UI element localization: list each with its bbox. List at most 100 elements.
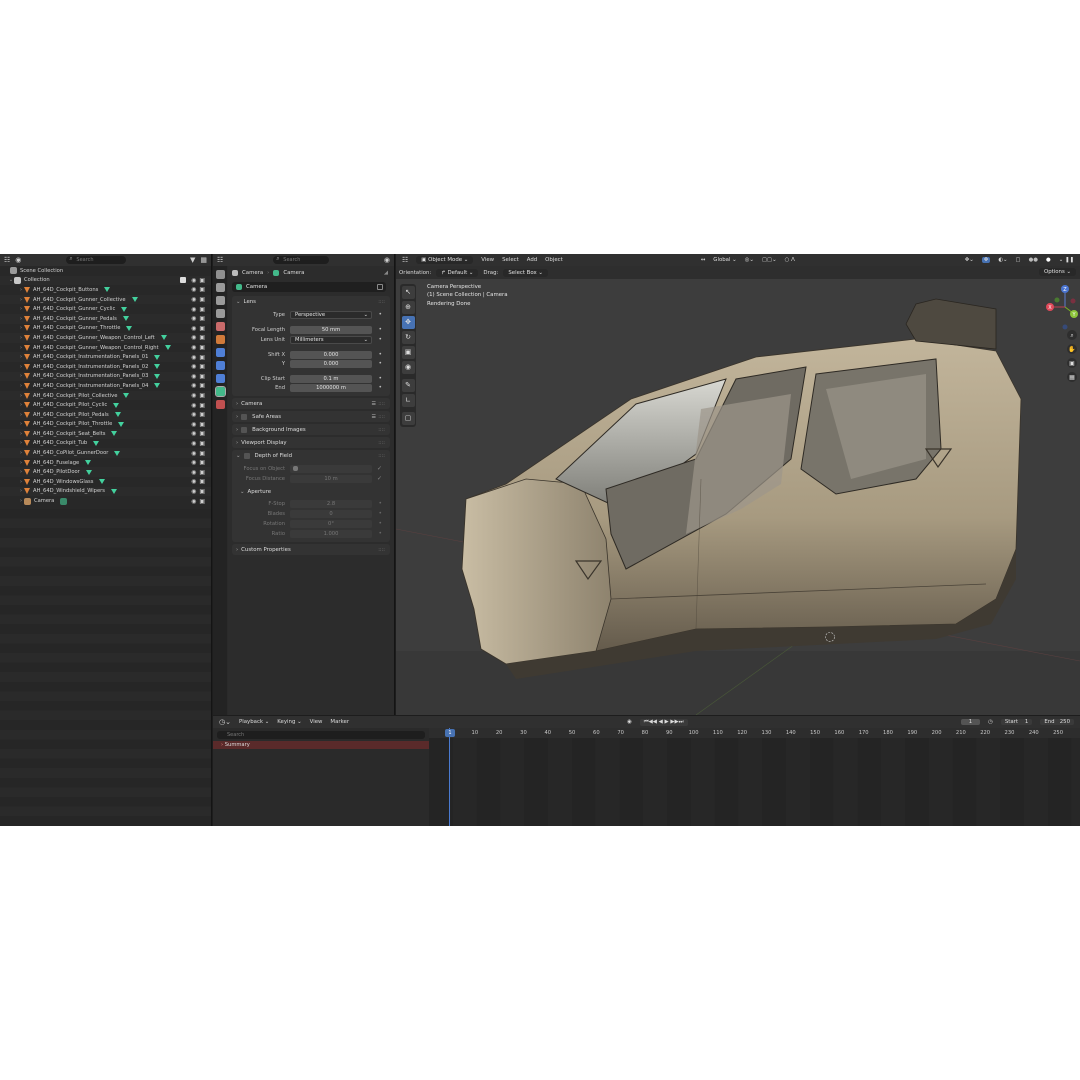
- shift-x-field[interactable]: 0.000: [290, 350, 372, 359]
- visibility-eye-icon[interactable]: ◉: [191, 306, 196, 313]
- rotation-field[interactable]: 0°: [290, 519, 372, 528]
- outliner-object-row[interactable]: › AH_64D_Cockpit_Gunner_Weapon_Control_Le…: [0, 333, 211, 343]
- outliner-object-row[interactable]: › AH_64D_CoPilot_GunnerDoor ◉ ▣: [0, 448, 211, 458]
- pivot-icon[interactable]: ◎⌄: [745, 257, 754, 263]
- mesh-data-icon[interactable]: [122, 316, 129, 322]
- keyframe-area[interactable]: [429, 738, 1080, 826]
- visibility-eye-icon[interactable]: ◉: [191, 498, 196, 505]
- mesh-data-icon[interactable]: [85, 469, 92, 475]
- visibility-eye-icon[interactable]: ◉: [191, 325, 196, 332]
- output-tab-icon[interactable]: [215, 296, 225, 305]
- mesh-data-icon[interactable]: [114, 450, 121, 456]
- render-camera-icon[interactable]: ▣: [199, 498, 205, 505]
- overlays-icon[interactable]: ◐⌄: [998, 257, 1007, 263]
- mesh-data-icon[interactable]: [154, 373, 161, 379]
- render-camera-icon[interactable]: ▣: [199, 334, 205, 341]
- visibility-eye-icon[interactable]: ◉: [191, 296, 196, 303]
- visibility-eye-icon[interactable]: ◉: [191, 354, 196, 361]
- filter-icon[interactable]: ▼: [190, 255, 195, 265]
- lens-type-select[interactable]: Perspective ⌄: [290, 310, 372, 319]
- orientation-select[interactable]: ↱ Default ⌄: [436, 268, 479, 277]
- mesh-data-icon[interactable]: [154, 383, 161, 389]
- properties-search-input[interactable]: Search: [273, 255, 330, 264]
- gizmo-icon[interactable]: ✥: [981, 257, 991, 263]
- fstop-field[interactable]: 2.8: [290, 499, 372, 508]
- focus-distance-field[interactable]: 10 m: [290, 474, 372, 483]
- visibility-eye-icon[interactable]: ◉: [191, 315, 196, 322]
- physics-tab-icon[interactable]: [215, 374, 225, 383]
- focal-length-field[interactable]: 50 mm: [290, 325, 372, 334]
- depth-of-field-header[interactable]: ⌄ Depth of Field::::: [232, 450, 390, 461]
- playhead-frame-label[interactable]: 1: [445, 729, 455, 737]
- shading-rendered-icon[interactable]: ●: [1046, 257, 1051, 263]
- visibility-eye-icon[interactable]: ◉: [191, 450, 196, 457]
- 3d-viewport[interactable]: ☷ ▣ Object Mode ⌄ View Select Add Object…: [396, 254, 1080, 715]
- outliner-object-row[interactable]: › AH_64D_Cockpit_Pilot_Pedals ◉ ▣: [0, 409, 211, 420]
- visibility-eye-icon[interactable]: ◉: [191, 430, 196, 437]
- visibility-eye-icon[interactable]: ◉: [191, 277, 196, 284]
- viewport-display-panel[interactable]: › Viewport Display::::: [232, 437, 390, 448]
- options-button[interactable]: Options ⌄: [1038, 268, 1076, 276]
- render-camera-icon[interactable]: ▣: [199, 354, 205, 361]
- drag-select[interactable]: Select Box ⌄: [503, 268, 548, 277]
- transform-tool-icon[interactable]: ◉: [401, 361, 415, 374]
- background-images-checkbox[interactable]: [241, 426, 248, 433]
- render-camera-icon[interactable]: ▣: [199, 430, 205, 437]
- tool-tab-icon[interactable]: [215, 270, 225, 279]
- aperture-subpanel-header[interactable]: ⌄ Aperture: [236, 486, 390, 497]
- safe-areas-panel[interactable]: › Safe Areas ☰::::: [232, 411, 390, 422]
- outliner-object-row[interactable]: › AH_64D_Cockpit_Gunner_Weapon_Control_Ri…: [0, 343, 211, 353]
- visibility-eye-icon[interactable]: ◉: [191, 373, 196, 380]
- outliner-object-row[interactable]: › AH_64D_Cockpit_Buttons ◉ ▣: [0, 285, 211, 295]
- scene-tab-icon[interactable]: [215, 322, 225, 331]
- outliner-object-row[interactable]: › AH_64D_Cockpit_Seat_Belts ◉ ▣: [0, 429, 211, 439]
- outliner-object-row[interactable]: › AH_64D_Fuselage ◉ ▣: [0, 458, 211, 468]
- auto-keying-icon[interactable]: ◉: [627, 719, 632, 725]
- render-camera-icon[interactable]: ▣: [199, 306, 205, 313]
- outliner-object-row[interactable]: › AH_64D_Cockpit_Pilot_Collective ◉ ▣: [0, 390, 211, 401]
- visibility-eye-icon[interactable]: ◉: [191, 334, 196, 341]
- editor-type-icon[interactable]: ☷: [402, 255, 408, 265]
- mesh-data-icon[interactable]: [118, 421, 125, 427]
- render-camera-icon[interactable]: ▣: [199, 325, 205, 332]
- render-camera-icon[interactable]: ▣: [199, 421, 205, 428]
- render-camera-icon[interactable]: ▣: [199, 402, 205, 409]
- focus-object-field[interactable]: [290, 464, 372, 473]
- editor-type-icon[interactable]: ☷: [217, 255, 223, 265]
- camera-data-icon[interactable]: [60, 497, 68, 505]
- render-camera-icon[interactable]: ▣: [199, 277, 205, 284]
- playhead[interactable]: [449, 728, 450, 826]
- outliner-search-input[interactable]: Search: [66, 255, 127, 264]
- visibility-eye-icon[interactable]: ◉: [191, 488, 196, 495]
- move-tool-icon[interactable]: ✥: [401, 316, 415, 329]
- scale-tool-icon[interactable]: ▣: [401, 346, 415, 359]
- render-camera-icon[interactable]: ▣: [199, 286, 205, 293]
- outliner-object-row[interactable]: › AH_64D_Cockpit_Instrumentation_Panels_0…: [0, 381, 211, 391]
- playback-controls[interactable]: ⏮◀◀ ◀ ▶ ▶▶⏭: [639, 718, 688, 726]
- outliner-object-row[interactable]: › AH_64D_Cockpit_Pilot_Throttle ◉ ▣: [0, 420, 211, 430]
- visibility-eye-icon[interactable]: ◉: [191, 411, 196, 418]
- cursor-tool-icon[interactable]: ⊕: [401, 301, 415, 314]
- mesh-data-icon[interactable]: [114, 412, 121, 418]
- camera-data-tab-icon[interactable]: [214, 386, 226, 397]
- menu-select[interactable]: Select: [502, 257, 519, 263]
- mesh-data-icon[interactable]: [99, 479, 106, 485]
- eyedropper-icon[interactable]: ✓: [377, 465, 382, 472]
- shading-solid-icon[interactable]: ●●: [1029, 257, 1038, 263]
- mesh-data-icon[interactable]: [93, 440, 100, 446]
- outliner-object-row[interactable]: › AH_64D_Cockpit_Gunner_Throttle ◉ ▣: [0, 324, 211, 334]
- outliner-object-row[interactable]: › AH_64D_Cockpit_Tub ◉ ▣: [0, 439, 211, 449]
- lens-unit-select[interactable]: Millimeters ⌄: [290, 335, 372, 344]
- fake-user-icon[interactable]: [377, 284, 383, 290]
- world-tab-icon[interactable]: [215, 335, 225, 344]
- visibility-eye-icon[interactable]: ◉: [191, 469, 196, 476]
- rotate-tool-icon[interactable]: ↻: [401, 331, 415, 344]
- mode-select[interactable]: ▣ Object Mode ⌄: [416, 256, 474, 264]
- mesh-data-icon[interactable]: [111, 431, 118, 437]
- render-camera-icon[interactable]: ▣: [199, 344, 205, 351]
- proportional-edit-icon[interactable]: ○ Λ: [785, 257, 795, 263]
- render-camera-icon[interactable]: ▣: [199, 315, 205, 322]
- ratio-field[interactable]: 1.000: [290, 529, 372, 538]
- new-collection-icon[interactable]: ▦: [200, 255, 207, 265]
- render-tab-icon[interactable]: [215, 283, 225, 292]
